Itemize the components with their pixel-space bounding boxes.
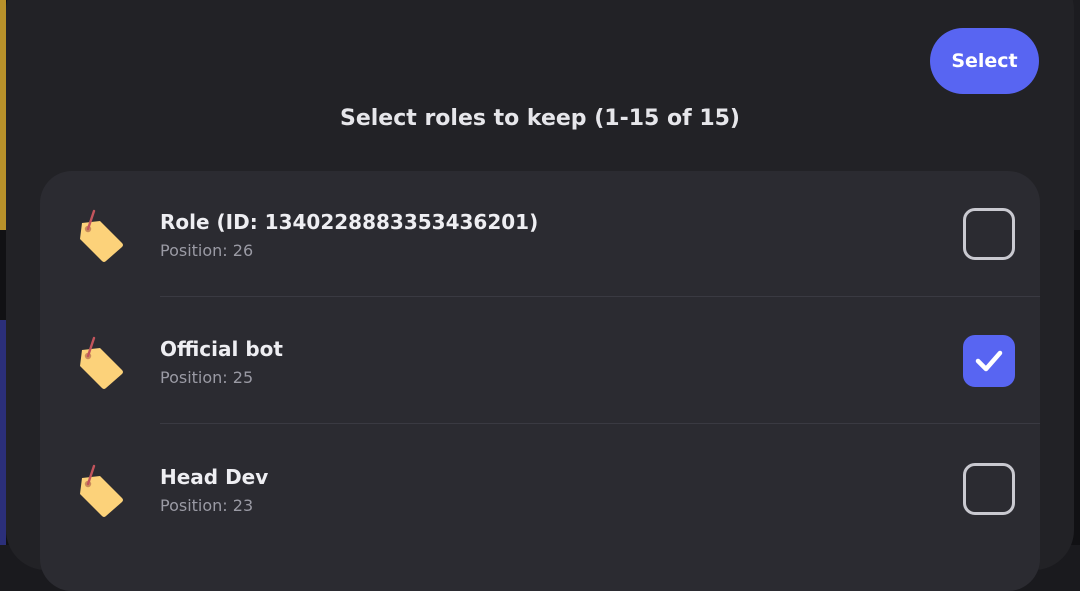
role-checkbox[interactable] (963, 463, 1015, 515)
role-list: Role (ID: 1340228883353436201) Position:… (40, 171, 1040, 591)
role-row[interactable]: Official bot Position: 25 (40, 298, 1040, 425)
tag-icon (74, 207, 126, 263)
role-position: Position: 26 (160, 241, 253, 260)
row-divider (160, 296, 1040, 297)
checkmark-icon (975, 348, 1003, 374)
select-button[interactable]: Select (930, 28, 1039, 94)
role-position: Position: 23 (160, 496, 253, 515)
row-divider (160, 423, 1040, 424)
role-name: Head Dev (160, 465, 268, 489)
sheet-title: Select roles to keep (1-15 of 15) (0, 106, 1080, 131)
tag-icon (74, 334, 126, 390)
role-name: Official bot (160, 337, 283, 361)
role-row[interactable]: Head Dev Position: 23 (40, 426, 1040, 553)
tag-icon (74, 462, 126, 518)
role-name: Role (ID: 1340228883353436201) (160, 210, 538, 234)
role-position: Position: 25 (160, 368, 253, 387)
role-checkbox[interactable] (963, 335, 1015, 387)
role-checkbox[interactable] (963, 208, 1015, 260)
role-row[interactable]: Role (ID: 1340228883353436201) Position:… (40, 171, 1040, 298)
